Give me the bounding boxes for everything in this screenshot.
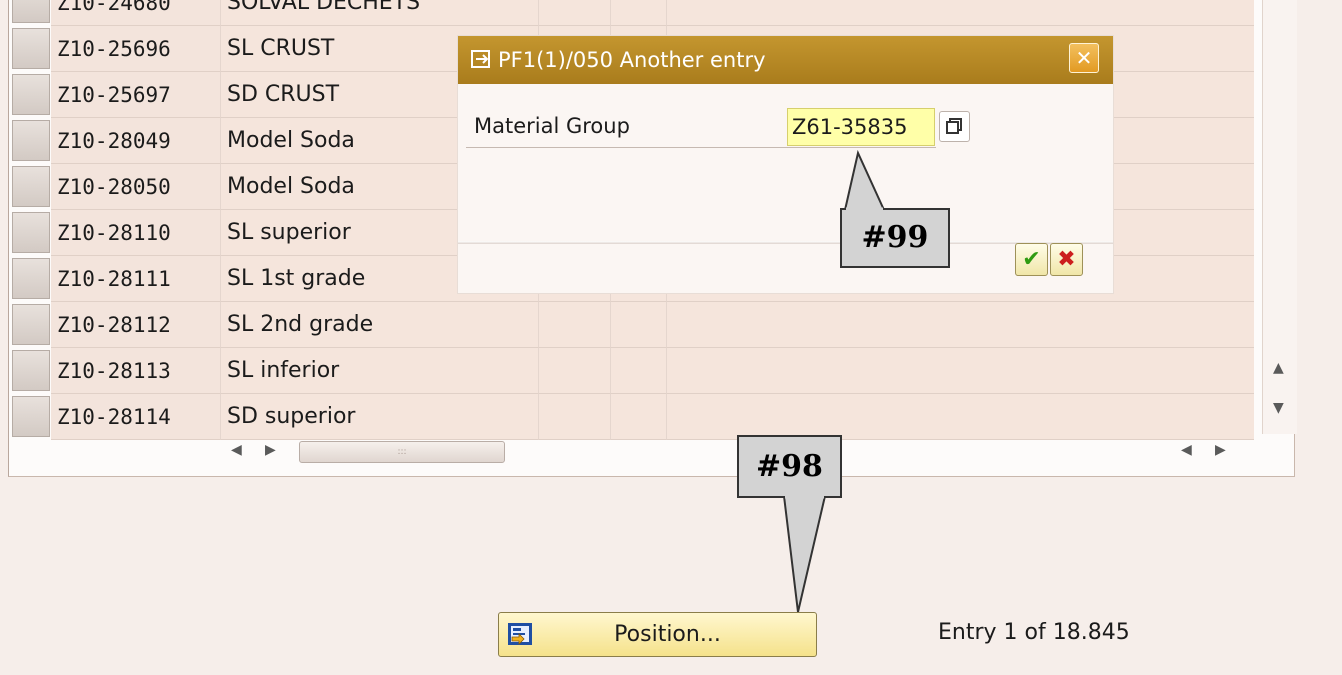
- row-selector[interactable]: [12, 120, 50, 161]
- table-row[interactable]: Z10-28114 SD superior: [9, 394, 1254, 440]
- dialog-title: PF1(1)/050 Another entry: [498, 48, 766, 72]
- vertical-scrollbar[interactable]: ▲ ▼: [1262, 0, 1297, 434]
- position-label: Position...: [614, 622, 721, 647]
- scroll-thumb[interactable]: :::: [299, 441, 505, 463]
- table-row[interactable]: Z10-24680 SOLVAL DECHETS: [9, 0, 1254, 26]
- empty-cell: [667, 394, 1254, 440]
- row-selector[interactable]: [12, 74, 50, 115]
- empty-cell: [667, 0, 1254, 26]
- row-selector[interactable]: [12, 350, 50, 391]
- row-selector[interactable]: [12, 166, 50, 207]
- empty-cell: [539, 302, 611, 348]
- another-entry-dialog: PF1(1)/050 Another entry ✕ Material Grou…: [458, 36, 1113, 293]
- row-selector[interactable]: [12, 0, 50, 23]
- scroll-up-icon[interactable]: ▲: [1273, 360, 1284, 376]
- description-cell: SL inferior: [221, 348, 539, 394]
- scroll-left-icon[interactable]: ◀: [1181, 442, 1192, 458]
- field-underline: [466, 147, 936, 148]
- description-cell: SL 2nd grade: [221, 302, 539, 348]
- empty-cell: [611, 0, 667, 26]
- material-group-cell: Z10-28114: [51, 394, 221, 440]
- close-icon[interactable]: ✕: [1069, 43, 1099, 73]
- empty-cell: [611, 394, 667, 440]
- row-selector[interactable]: [12, 212, 50, 253]
- table-row[interactable]: Z10-28112 SL 2nd grade: [9, 302, 1254, 348]
- material-group-cell: Z10-28113: [51, 348, 221, 394]
- row-selector[interactable]: [12, 258, 50, 299]
- material-group-cell: Z10-28111: [51, 256, 221, 302]
- empty-cell: [539, 348, 611, 394]
- empty-cell: [539, 394, 611, 440]
- horizontal-scrollbar[interactable]: ◀ ▶ ::: ◀ ▶: [213, 436, 1243, 468]
- row-selector[interactable]: [12, 304, 50, 345]
- callout-98: #98: [737, 435, 842, 498]
- scroll-down-icon[interactable]: ▼: [1273, 400, 1284, 416]
- material-group-cell: Z10-25696: [51, 26, 221, 72]
- empty-cell: [667, 302, 1254, 348]
- empty-cell: [611, 302, 667, 348]
- material-group-cell: Z10-25697: [51, 72, 221, 118]
- material-group-cell: Z10-28050: [51, 164, 221, 210]
- scroll-left-icon[interactable]: ◀: [231, 442, 242, 458]
- scroll-right-icon[interactable]: ▶: [1215, 442, 1226, 458]
- material-group-label: Material Group: [474, 114, 630, 138]
- row-selector[interactable]: [12, 396, 50, 437]
- empty-cell: [667, 348, 1254, 394]
- f4-help-icon[interactable]: [939, 111, 970, 142]
- material-group-cell: Z10-28110: [51, 210, 221, 256]
- check-icon[interactable]: ✔: [1015, 243, 1048, 276]
- dialog-icon: [471, 50, 490, 68]
- callout-99: #99: [840, 208, 950, 268]
- table-row[interactable]: Z10-28113 SL inferior: [9, 348, 1254, 394]
- material-group-cell: Z10-28049: [51, 118, 221, 164]
- cancel-icon[interactable]: ✖: [1050, 243, 1083, 276]
- dialog-title-bar[interactable]: PF1(1)/050 Another entry ✕: [458, 36, 1113, 84]
- scroll-right-icon[interactable]: ▶: [265, 442, 276, 458]
- empty-cell: [539, 0, 611, 26]
- material-group-cell: Z10-28112: [51, 302, 221, 348]
- material-group-input[interactable]: Z61-35835: [787, 108, 935, 146]
- row-selector[interactable]: [12, 28, 50, 69]
- material-group-cell: Z10-24680: [51, 0, 221, 26]
- description-cell: SOLVAL DECHETS: [221, 0, 539, 26]
- position-button[interactable]: Position...: [498, 612, 817, 657]
- description-cell: SD superior: [221, 394, 539, 440]
- empty-cell: [611, 348, 667, 394]
- entry-counter: Entry 1 of 18.845: [938, 620, 1130, 645]
